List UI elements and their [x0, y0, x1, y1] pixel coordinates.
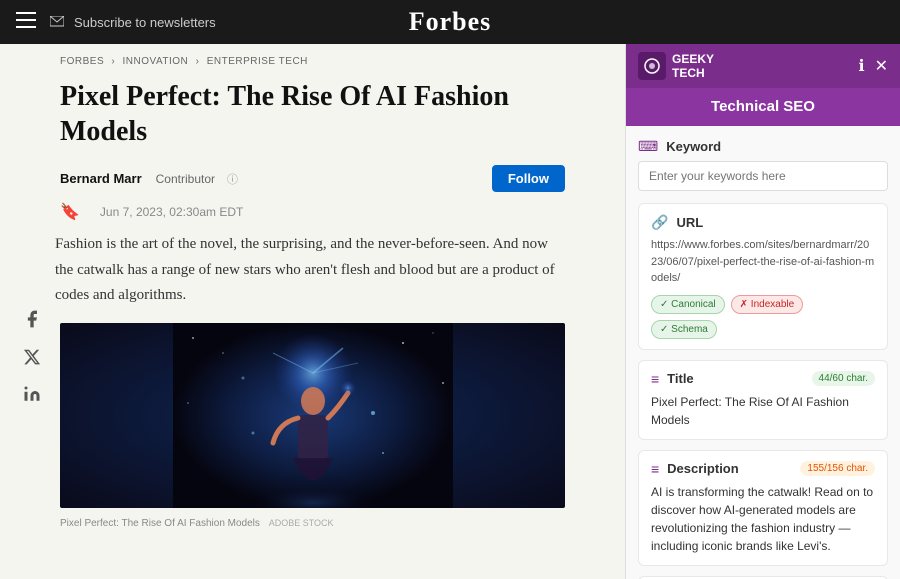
url-value[interactable]: https://www.forbes.com/sites/bernardmarr… [651, 237, 875, 287]
url-icon: 🔗 [651, 214, 668, 231]
follow-button[interactable]: Follow [492, 165, 565, 192]
indexable-badge: ✗ Indexable [731, 295, 804, 314]
logo-icon [638, 52, 666, 80]
social-share-sidebar [20, 309, 44, 408]
bookmark-icon[interactable]: 🔖 [60, 202, 80, 222]
url-section: 🔗 URL https://www.forbes.com/sites/berna… [638, 203, 888, 350]
url-badges: ✓ Canonical ✗ Indexable ✓ Schema [651, 295, 875, 339]
sidebar-panel: GEEKY TECH ℹ ✕ Technical SEO ⌨ Keyword [625, 44, 900, 579]
top-navigation: Subscribe to newsletters Forbes [0, 0, 900, 44]
sidebar-content: ⌨ Keyword 🔗 URL https://www.forbes.com/s… [626, 126, 900, 579]
keyword-input[interactable] [638, 161, 888, 191]
canonical-badge: ✓ Canonical [651, 295, 725, 314]
menu-icon[interactable] [16, 12, 36, 33]
facebook-icon[interactable] [20, 309, 44, 334]
url-section-header: 🔗 URL [651, 214, 875, 231]
info-icon[interactable]: ℹ [859, 56, 865, 76]
close-icon[interactable]: ✕ [875, 56, 888, 76]
image-caption: Pixel Perfect: The Rise Of AI Fashion Mo… [0, 514, 625, 533]
url-label: URL [676, 215, 703, 230]
title-value: Pixel Perfect: The Rise Of AI Fashion Mo… [651, 393, 875, 429]
brand-name: GEEKY TECH [672, 52, 714, 81]
title-section: ≡ Title 44/60 char. Pixel Perfect: The R… [638, 360, 888, 440]
title-label: Title [667, 371, 694, 386]
sidebar-title-bar: Technical SEO [626, 88, 900, 126]
article-body: Fashion is the art of the novel, the sur… [0, 232, 625, 309]
keyword-section-header: ⌨ Keyword [638, 138, 888, 155]
author-role: Contributor [156, 172, 215, 186]
forbes-logo: Forbes [409, 7, 492, 37]
word-count-section: ≡ Word Count 1610 words, 9964 characters [638, 576, 888, 579]
article-meta-row: 🔖 Jun 7, 2023, 02:30am EDT [0, 198, 625, 232]
article-date: Jun 7, 2023, 02:30am EDT [100, 205, 243, 219]
title-section-header: ≡ Title 44/60 char. [651, 371, 875, 387]
description-value: AI is transforming the catwalk! Read on … [651, 483, 875, 555]
author-row: Bernard Marr Contributor ⓘ Follow [0, 159, 625, 198]
geeky-tech-logo: GEEKY TECH [638, 52, 714, 81]
twitter-x-icon[interactable] [20, 348, 44, 371]
article-title: Pixel Perfect: The Rise Of AI Fashion Mo… [0, 73, 625, 159]
article-image [60, 323, 565, 508]
title-char-count: 44/60 char. [812, 371, 875, 386]
description-label: Description [667, 461, 739, 476]
subscribe-link[interactable]: Subscribe to newsletters [50, 15, 216, 30]
linkedin-icon[interactable] [20, 385, 44, 408]
description-char-count: 155/156 char. [800, 461, 875, 476]
description-icon: ≡ [651, 461, 659, 477]
description-section: ≡ Description 155/156 char. AI is transf… [638, 450, 888, 566]
keyword-icon: ⌨ [638, 138, 658, 155]
title-icon: ≡ [651, 371, 659, 387]
breadcrumb: FORBES › INNOVATION › ENTERPRISE TECH [0, 44, 625, 73]
description-section-header: ≡ Description 155/156 char. [651, 461, 875, 477]
schema-badge: ✓ Schema [651, 320, 717, 339]
article-pane: FORBES › INNOVATION › ENTERPRISE TECH Pi… [0, 44, 625, 579]
keyword-label: Keyword [666, 139, 721, 154]
sidebar-topbar-icons: ℹ ✕ [859, 56, 888, 76]
author-name[interactable]: Bernard Marr [60, 171, 142, 186]
sidebar-topbar: GEEKY TECH ℹ ✕ [626, 44, 900, 88]
author-info-icon[interactable]: ⓘ [227, 171, 238, 187]
